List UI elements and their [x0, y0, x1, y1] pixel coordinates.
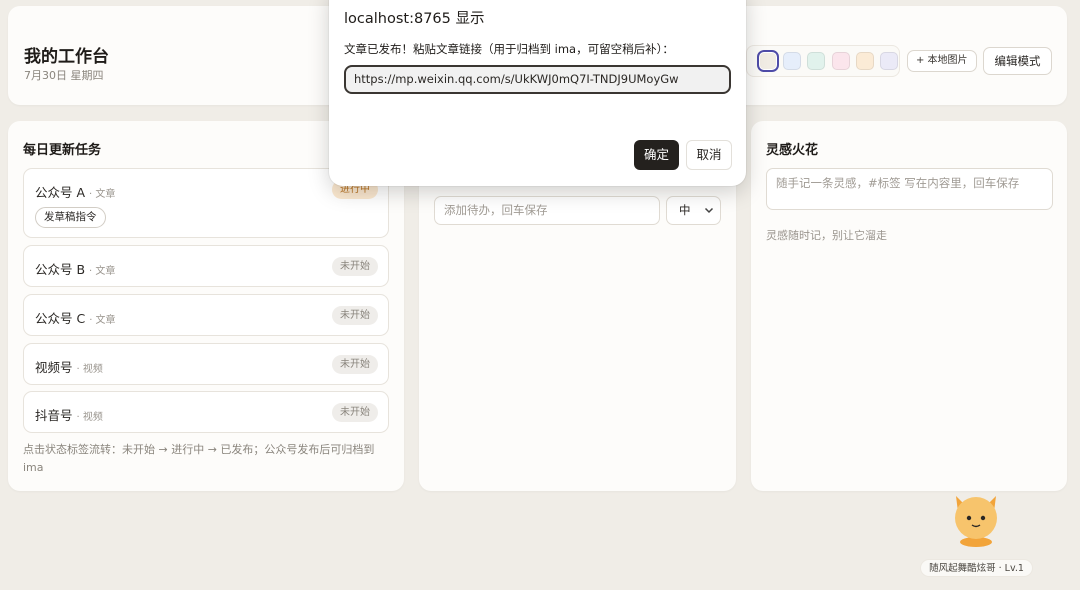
- task-name: 公众号 A: [35, 185, 86, 200]
- task-card: 视频号 · 视频 未开始: [23, 343, 389, 385]
- cat-mascot-icon[interactable]: [948, 492, 1004, 552]
- inspiration-empty-text: 灵感随时记，别让它溜走: [766, 229, 887, 242]
- priority-select[interactable]: 中: [666, 196, 721, 225]
- task-hint: 点击状态标签流转：未开始 → 进行中 → 已发布；公众号发布后可归档到 ima: [23, 443, 375, 474]
- task-type: · 文章: [89, 266, 116, 277]
- priority-value: 中: [679, 203, 691, 217]
- page-date: 7月30日 星期四: [24, 69, 104, 82]
- theme-swatch-4[interactable]: [832, 52, 850, 70]
- local-image-button[interactable]: + 本地图片: [907, 50, 977, 72]
- theme-swatch-5[interactable]: [856, 52, 874, 70]
- status-badge[interactable]: 未开始: [332, 355, 378, 374]
- task-type: · 视频: [76, 364, 103, 375]
- task-card: 抖音号 · 视频 未开始: [23, 391, 389, 433]
- theme-swatch-3[interactable]: [807, 52, 825, 70]
- status-badge[interactable]: 未开始: [332, 306, 378, 325]
- dialog-title: localhost:8765 显示: [344, 11, 485, 27]
- task-type: · 文章: [89, 189, 116, 200]
- task-name: 抖音号: [35, 408, 73, 423]
- inspiration-title: 灵感火花: [766, 143, 819, 158]
- task-name: 视频号: [35, 360, 73, 375]
- todo-input[interactable]: 添加待办，回车保存: [434, 196, 660, 225]
- chevron-down-icon: [704, 197, 714, 235]
- status-badge[interactable]: 未开始: [332, 257, 378, 276]
- daily-tasks-title: 每日更新任务: [23, 143, 102, 158]
- dialog-cancel-button[interactable]: 取消: [686, 140, 732, 170]
- dialog-ok-button[interactable]: 确定: [634, 140, 679, 170]
- theme-swatch-1[interactable]: [757, 50, 779, 72]
- prompt-dialog: localhost:8765 显示 文章已发布！粘贴文章链接（用于归档到 ima…: [329, 0, 746, 186]
- page-title: 我的工作台: [24, 47, 109, 67]
- task-name: 公众号 C: [35, 311, 86, 326]
- task-type: · 文章: [89, 315, 116, 326]
- inspiration-input[interactable]: 随手记一条灵感，#标签 写在内容里，回车保存: [766, 168, 1053, 210]
- dialog-link-input[interactable]: https://mp.weixin.qq.com/s/UkKWJ0mQ7I-TN…: [344, 65, 731, 94]
- draft-command-button[interactable]: 发草稿指令: [35, 207, 106, 228]
- theme-swatch-group: [746, 45, 900, 77]
- edit-mode-button[interactable]: 编辑模式: [983, 47, 1052, 75]
- inspiration-panel: 灵感火花 随手记一条灵感，#标签 写在内容里，回车保存 灵感随时记，别让它溜走: [751, 121, 1067, 491]
- theme-swatch-6[interactable]: [880, 52, 898, 70]
- task-type: · 视频: [76, 412, 103, 423]
- theme-swatch-2[interactable]: [783, 52, 801, 70]
- dialog-message: 文章已发布！粘贴文章链接（用于归档到 ima，可留空稍后补）：: [344, 42, 674, 56]
- status-badge[interactable]: 未开始: [332, 403, 378, 422]
- mascot-level-badge: 随风起舞酷炫哥 · Lv.1: [920, 559, 1033, 577]
- task-name: 公众号 B: [35, 262, 86, 277]
- task-card: 公众号 B · 文章 未开始: [23, 245, 389, 287]
- task-card: 公众号 C · 文章 未开始: [23, 294, 389, 336]
